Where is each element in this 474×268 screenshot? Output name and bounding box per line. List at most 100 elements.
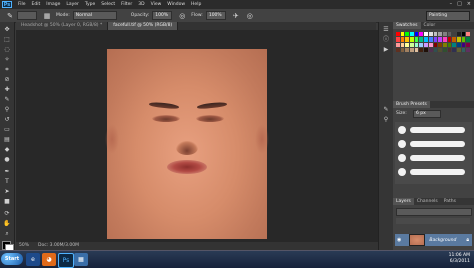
minimize-button[interactable]: –: [450, 1, 453, 7]
brush-preset-tip[interactable]: [398, 140, 406, 148]
photoshop-task-icon[interactable]: Ps: [58, 253, 74, 268]
pen-tool-icon[interactable]: ✒: [3, 168, 11, 176]
color-swatch[interactable]: [424, 42, 428, 47]
brush-preset-tip[interactable]: [398, 126, 406, 134]
hand-tool-icon[interactable]: ✋: [3, 220, 11, 228]
menu-image[interactable]: Image: [46, 2, 60, 7]
explorer-icon[interactable]: ▦: [74, 253, 88, 266]
color-swatch[interactable]: [456, 32, 461, 37]
color-swatch[interactable]: [414, 42, 419, 47]
color-swatch[interactable]: [438, 47, 442, 52]
color-swatch[interactable]: [428, 47, 433, 52]
eraser-tool-icon[interactable]: ▭: [3, 126, 11, 134]
color-swatch[interactable]: [419, 47, 424, 52]
color-swatch[interactable]: [414, 37, 419, 42]
color-swatch[interactable]: [410, 37, 414, 42]
color-swatch[interactable]: [400, 32, 405, 37]
color-swatch[interactable]: [452, 32, 456, 37]
tab-swatches[interactable]: Swatches: [393, 22, 421, 29]
color-swatch[interactable]: [396, 37, 400, 42]
color-swatch[interactable]: [419, 42, 424, 47]
color-swatch[interactable]: [447, 47, 452, 52]
maximize-button[interactable]: □: [457, 1, 462, 7]
color-swatch[interactable]: [419, 37, 424, 42]
brush-tool-icon[interactable]: ✎: [3, 96, 11, 104]
brush-tool-icon[interactable]: ✎: [6, 12, 14, 20]
brush-size-field[interactable]: 6 px: [413, 110, 441, 118]
brush-preset-stroke[interactable]: [410, 155, 465, 161]
close-button[interactable]: ×: [467, 1, 471, 7]
color-swatch[interactable]: [438, 42, 442, 47]
color-swatch[interactable]: [433, 32, 438, 37]
color-swatch[interactable]: [438, 37, 442, 42]
tab-layers[interactable]: Layers: [393, 198, 414, 205]
color-swatch[interactable]: [456, 42, 461, 47]
color-swatch[interactable]: [396, 32, 400, 37]
firefox-icon[interactable]: ◕: [42, 253, 56, 266]
pressure-size-icon[interactable]: ◎: [246, 12, 254, 20]
brush-panel-icon[interactable]: ▦: [43, 12, 51, 20]
tab-color[interactable]: Color: [421, 22, 439, 29]
color-swatch[interactable]: [419, 32, 424, 37]
color-swatch[interactable]: [461, 42, 466, 47]
color-swatch[interactable]: [396, 42, 400, 47]
brush-size-picker[interactable]: [17, 11, 37, 20]
mode-select[interactable]: Normal: [72, 11, 117, 20]
dodge-tool-icon[interactable]: ●: [3, 156, 11, 164]
color-swatch[interactable]: [414, 47, 419, 52]
color-swatch[interactable]: [424, 47, 428, 52]
actions-panel-icon[interactable]: ▶: [382, 46, 390, 54]
color-swatch[interactable]: [442, 47, 447, 52]
color-swatch[interactable]: [442, 37, 447, 42]
brush-preset-stroke[interactable]: [410, 127, 465, 133]
menu-file[interactable]: File: [18, 2, 26, 7]
type-tool-icon[interactable]: T: [3, 178, 11, 186]
opacity-field[interactable]: 100%: [152, 11, 173, 20]
color-swatch[interactable]: [424, 37, 428, 42]
color-swatch[interactable]: [405, 47, 410, 52]
color-swatch[interactable]: [452, 37, 456, 42]
zoom-level[interactable]: 50%: [16, 242, 29, 250]
color-swatch[interactable]: [400, 37, 405, 42]
clone-stamp-tool-icon[interactable]: ⚲: [3, 106, 11, 114]
menu-type[interactable]: Type: [85, 2, 95, 7]
color-swatch[interactable]: [447, 37, 452, 42]
color-swatch[interactable]: [405, 37, 410, 42]
layer-row[interactable]: ◉ Background 🔒︎: [395, 234, 472, 246]
color-swatch[interactable]: [410, 42, 414, 47]
history-panel-icon[interactable]: ☰: [382, 26, 390, 34]
quick-select-tool-icon[interactable]: ✧: [3, 56, 11, 64]
blur-tool-icon[interactable]: ◆: [3, 146, 11, 154]
tab-brush-presets[interactable]: Brush Presets: [393, 101, 430, 108]
color-swatch[interactable]: [447, 42, 452, 47]
color-swatch[interactable]: [442, 42, 447, 47]
color-swatch[interactable]: [400, 47, 405, 52]
menu-filter[interactable]: Filter: [121, 2, 132, 7]
color-swatch[interactable]: [410, 32, 414, 37]
marquee-tool-icon[interactable]: ⬚: [3, 36, 11, 44]
color-swatch[interactable]: [452, 47, 456, 52]
tab-headshot[interactable]: Headshot @ 50% (Layer 0, RGB/8) *: [16, 22, 109, 30]
clone-source-panel-icon[interactable]: ⚲: [382, 116, 390, 124]
color-swatch[interactable]: [452, 42, 456, 47]
color-swatch[interactable]: [433, 37, 438, 42]
color-swatch[interactable]: [410, 47, 414, 52]
move-tool-icon[interactable]: ✥: [3, 26, 11, 34]
color-swatch[interactable]: [438, 32, 442, 37]
tab-paths[interactable]: Paths: [441, 198, 459, 205]
layer-name[interactable]: Background: [429, 238, 456, 243]
menu-view[interactable]: View: [151, 2, 162, 7]
ie-icon[interactable]: e: [26, 253, 40, 266]
color-swatch[interactable]: [405, 42, 410, 47]
color-swatch[interactable]: [461, 47, 466, 52]
color-swatch[interactable]: [433, 47, 438, 52]
color-swatch[interactable]: [396, 47, 400, 52]
face-texture-document[interactable]: [105, 49, 269, 239]
eyedropper-tool-icon[interactable]: ⊘: [3, 76, 11, 84]
lasso-tool-icon[interactable]: ◌: [3, 46, 11, 54]
color-swatch[interactable]: [428, 32, 433, 37]
menu-help[interactable]: Help: [191, 2, 201, 7]
menu-select[interactable]: Select: [101, 2, 115, 7]
color-swatch[interactable]: [428, 42, 433, 47]
brush-preset-tip[interactable]: [398, 154, 406, 162]
